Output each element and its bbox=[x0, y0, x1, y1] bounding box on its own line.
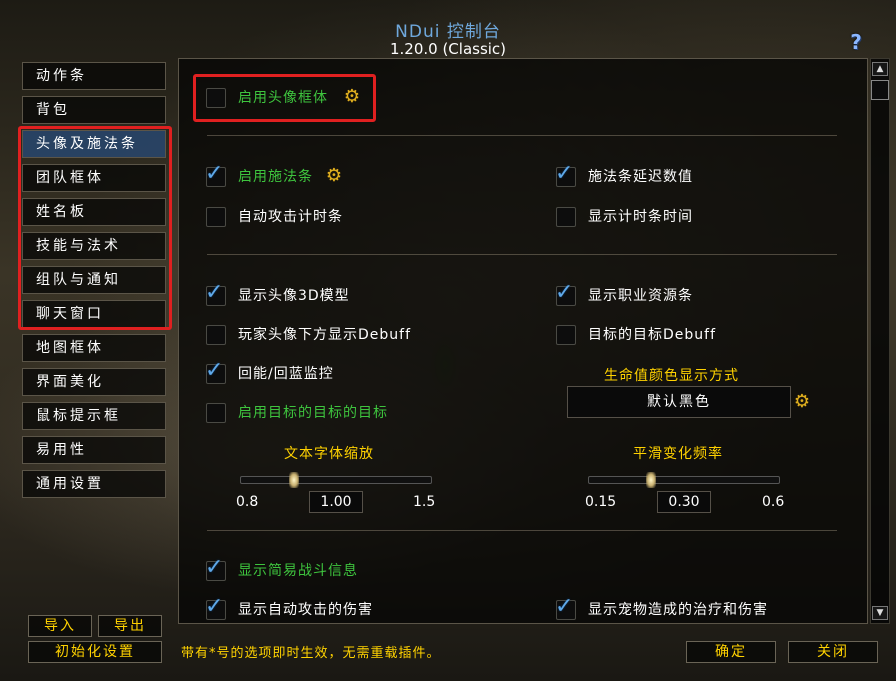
category-actionbar[interactable]: 动作条 bbox=[22, 62, 166, 90]
category-bags[interactable]: 背包 bbox=[22, 96, 166, 124]
slider-max: 0.6 bbox=[762, 494, 785, 510]
check-icon: ✓ bbox=[205, 358, 224, 383]
checkbox-castbar-latency[interactable]: ✓ bbox=[555, 161, 576, 187]
slider-smooth-rate[interactable] bbox=[588, 476, 780, 484]
option-label: 施法条延迟数值 bbox=[588, 169, 693, 185]
slider-font-scale[interactable] bbox=[240, 476, 432, 484]
scrollbar[interactable] bbox=[870, 58, 890, 624]
scroll-thumb[interactable] bbox=[871, 80, 889, 100]
category-label: 鼠标提示框 bbox=[36, 408, 121, 424]
category-tooltip[interactable]: 鼠标提示框 bbox=[22, 402, 166, 430]
category-map[interactable]: 地图框体 bbox=[22, 334, 166, 362]
version-label: 1.20.0 (Classic) bbox=[389, 40, 507, 58]
check-icon: ✓ bbox=[555, 161, 574, 186]
health-color-dropdown[interactable]: 默认黑色 bbox=[567, 386, 791, 418]
option-label: 启用目标的目标的目标 bbox=[238, 405, 388, 421]
option-label: 玩家头像下方显示Debuff bbox=[238, 327, 412, 343]
option-label: 显示计时条时间 bbox=[588, 209, 693, 225]
option-label: 显示自动攻击的伤害 bbox=[238, 602, 373, 618]
highlight-box-categories bbox=[18, 126, 172, 330]
category-label: 背包 bbox=[36, 102, 70, 118]
option-label: 启用施法条 bbox=[238, 169, 313, 185]
checkbox-enable-castbar[interactable]: ✓ bbox=[205, 161, 226, 187]
option-label: 目标的目标Debuff bbox=[588, 327, 717, 343]
export-button[interactable]: 导出 bbox=[98, 615, 162, 637]
checkbox-auto-attack-damage[interactable]: ✓ bbox=[205, 594, 226, 620]
scroll-up-button[interactable]: ▲ bbox=[872, 62, 888, 76]
slider-label-smooth-rate: 平滑变化频率 bbox=[633, 446, 723, 462]
check-icon: ✓ bbox=[555, 594, 574, 619]
category-general[interactable]: 通用设置 bbox=[22, 470, 166, 498]
section-divider bbox=[207, 254, 837, 255]
reset-button[interactable]: 初始化设置 bbox=[28, 641, 162, 663]
slider-min: 0.8 bbox=[236, 494, 259, 510]
section-divider bbox=[207, 530, 837, 531]
checkbox-class-power[interactable]: ✓ bbox=[555, 280, 576, 306]
slider-value-box[interactable]: 1.00 bbox=[309, 491, 363, 513]
option-label: 显示头像3D模型 bbox=[238, 288, 350, 304]
option-label: 显示简易战斗信息 bbox=[238, 563, 358, 579]
checkbox-energy-ticker[interactable]: ✓ bbox=[205, 358, 226, 384]
check-icon: ✓ bbox=[205, 161, 224, 186]
checkbox-swing-timer[interactable] bbox=[206, 207, 226, 227]
option-label: 显示宠物造成的治疗和伤害 bbox=[588, 602, 768, 618]
section-divider bbox=[207, 135, 837, 136]
checkbox-portrait-3d[interactable]: ✓ bbox=[205, 280, 226, 306]
checkbox-player-debuff[interactable] bbox=[206, 325, 226, 345]
gear-icon[interactable]: ⚙ bbox=[324, 166, 344, 186]
checkbox-simple-combat-text[interactable]: ✓ bbox=[205, 555, 226, 581]
option-label: 自动攻击计时条 bbox=[238, 209, 343, 225]
footer-hint: 带有*号的选项即时生效，无需重载插件。 bbox=[181, 646, 441, 661]
slider-value-box[interactable]: 0.30 bbox=[657, 491, 711, 513]
window-title: NDui 控制台 bbox=[395, 22, 501, 42]
health-color-label: 生命值颜色显示方式 bbox=[604, 368, 739, 384]
option-label: 回能/回蓝监控 bbox=[238, 366, 334, 382]
category-label: 动作条 bbox=[36, 68, 87, 84]
option-label: 显示职业资源条 bbox=[588, 288, 693, 304]
slider-max: 1.5 bbox=[413, 494, 436, 510]
ok-button[interactable]: 确定 bbox=[686, 641, 776, 663]
slider-label-font-scale: 文本字体缩放 bbox=[284, 446, 374, 462]
help-icon[interactable]: ? bbox=[843, 30, 869, 54]
highlight-box-unitframes bbox=[193, 74, 376, 122]
check-icon: ✓ bbox=[205, 280, 224, 305]
check-icon: ✓ bbox=[205, 594, 224, 619]
slider-thumb[interactable] bbox=[288, 472, 299, 488]
category-label: 地图框体 bbox=[36, 340, 104, 356]
gear-icon[interactable]: ⚙ bbox=[792, 392, 812, 412]
checkbox-tot-debuff[interactable] bbox=[556, 325, 576, 345]
close-button[interactable]: 关闭 bbox=[788, 641, 878, 663]
category-label: 易用性 bbox=[36, 442, 87, 458]
scroll-down-button[interactable]: ▼ bbox=[872, 606, 888, 620]
checkbox-show-cast-time[interactable] bbox=[556, 207, 576, 227]
category-label: 界面美化 bbox=[36, 374, 104, 390]
check-icon: ✓ bbox=[555, 280, 574, 305]
slider-min: 0.15 bbox=[585, 494, 617, 510]
check-icon: ✓ bbox=[205, 555, 224, 580]
checkbox-tot-of-tot[interactable] bbox=[206, 403, 226, 423]
import-button[interactable]: 导入 bbox=[28, 615, 92, 637]
category-label: 通用设置 bbox=[36, 476, 104, 492]
slider-thumb[interactable] bbox=[646, 472, 657, 488]
checkbox-pet-heal-damage[interactable]: ✓ bbox=[555, 594, 576, 620]
category-misc[interactable]: 易用性 bbox=[22, 436, 166, 464]
category-skins[interactable]: 界面美化 bbox=[22, 368, 166, 396]
